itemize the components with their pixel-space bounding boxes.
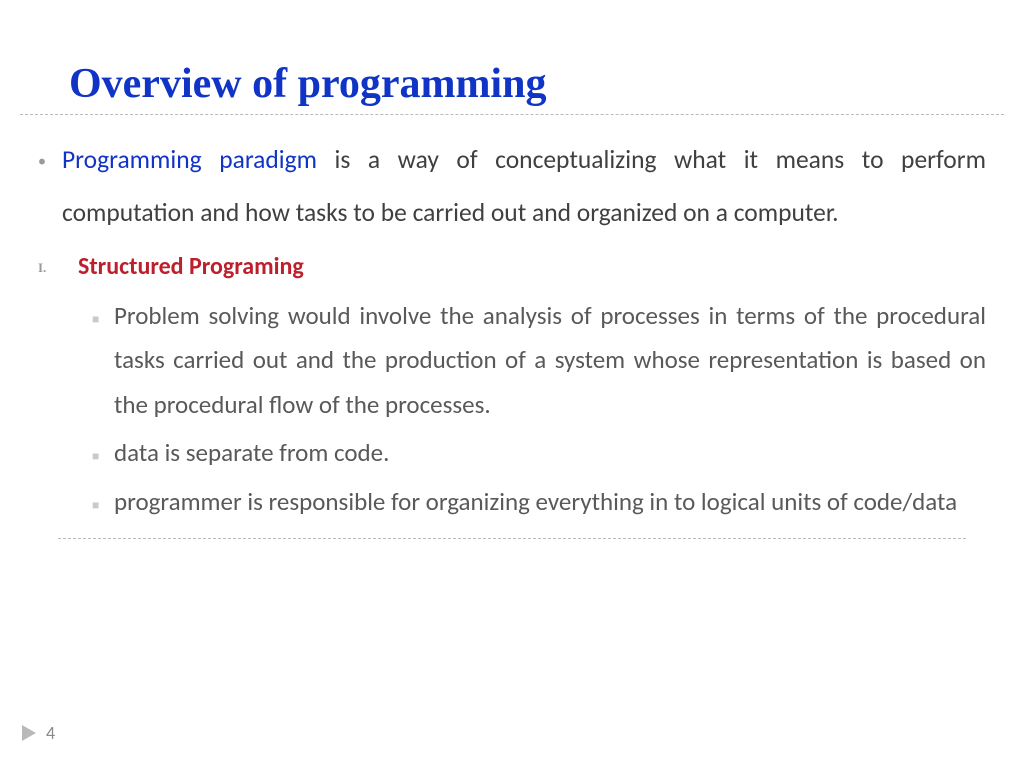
paragraph-1-text: Programming paradigm is a way of concept… bbox=[62, 133, 986, 239]
term-highlight: Programming paradigm bbox=[62, 144, 335, 175]
slide-title: Overview of programming bbox=[0, 0, 1024, 114]
slide-content: • Programming paradigm is a way of conce… bbox=[0, 115, 1024, 539]
divider-bottom bbox=[58, 538, 966, 539]
roman-numeral: I. bbox=[38, 247, 78, 288]
footer: 4 bbox=[22, 722, 55, 744]
section-label: Structured Programing bbox=[78, 247, 304, 288]
subbullet-1-text: Problem solving would involve the analys… bbox=[114, 294, 986, 428]
subbullet-1: ■ Problem solving would involve the anal… bbox=[38, 294, 986, 428]
bullet-dot-icon: • bbox=[38, 133, 62, 239]
square-bullet-icon: ■ bbox=[92, 294, 114, 428]
paragraph-1: • Programming paradigm is a way of conce… bbox=[38, 133, 986, 239]
section-heading: I. Structured Programing bbox=[38, 247, 986, 288]
page-number: 4 bbox=[46, 722, 55, 744]
subbullet-2: ■ data is separate from code. bbox=[38, 431, 986, 476]
subbullet-3: ■ programmer is responsible for organizi… bbox=[38, 480, 986, 525]
subbullet-3-text: programmer is responsible for organizing… bbox=[114, 480, 986, 525]
arrow-right-icon bbox=[22, 725, 36, 741]
subbullet-2-text: data is separate from code. bbox=[114, 431, 986, 476]
square-bullet-icon: ■ bbox=[92, 431, 114, 476]
square-bullet-icon: ■ bbox=[92, 480, 114, 525]
